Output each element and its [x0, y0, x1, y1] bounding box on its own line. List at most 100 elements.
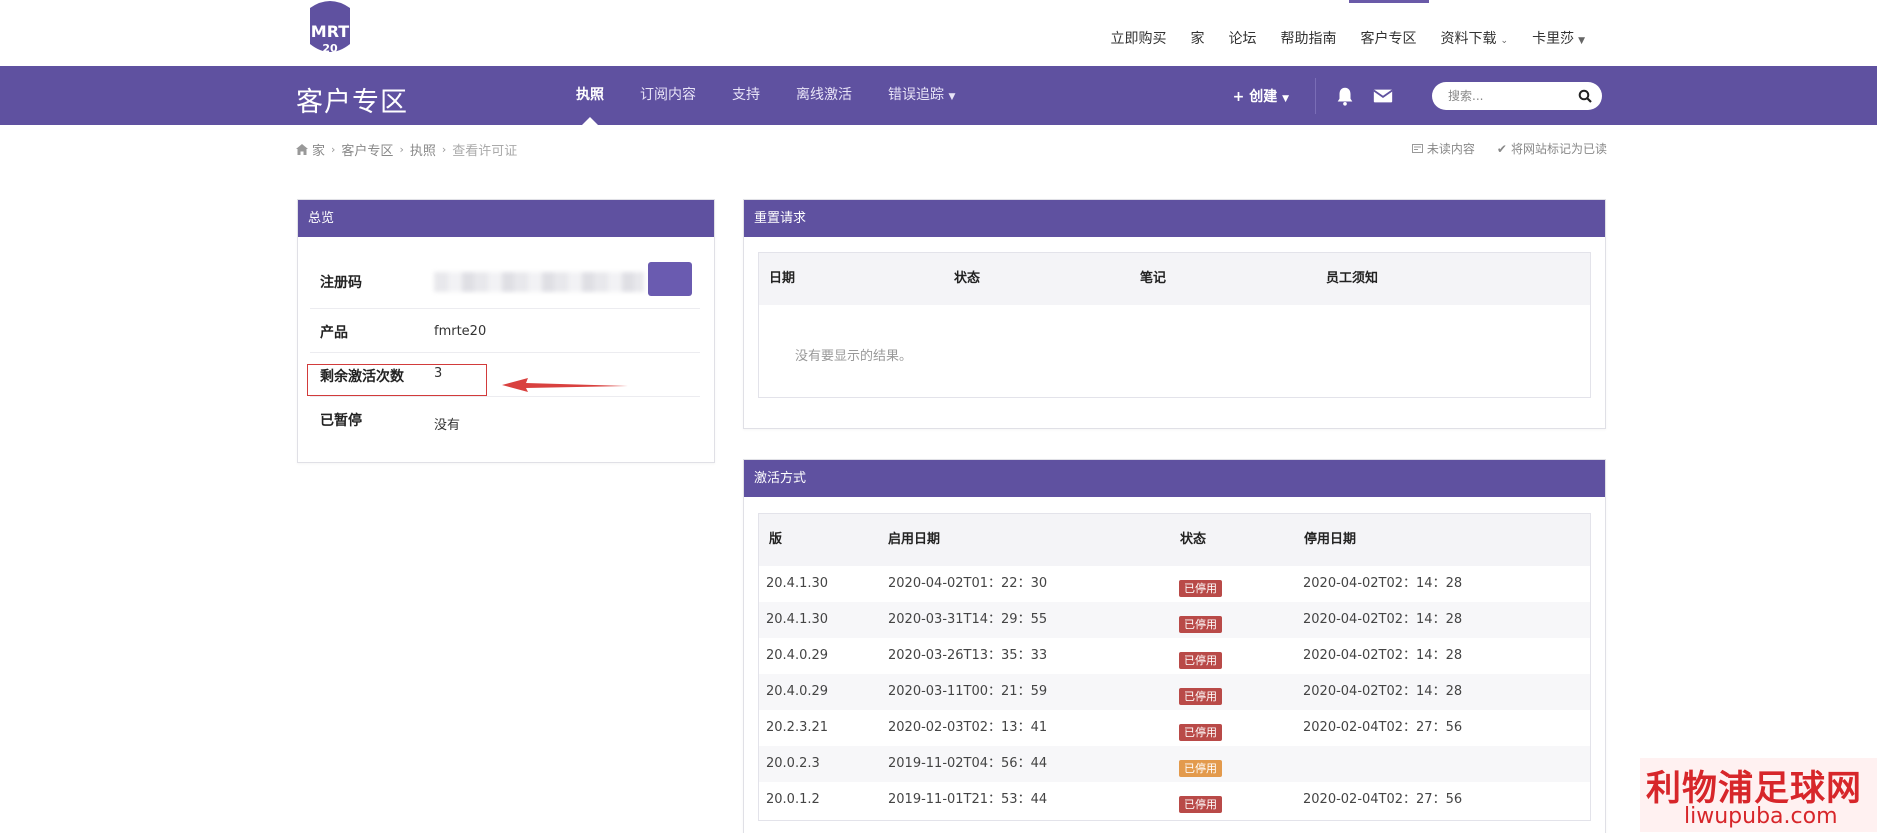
redacted-key-value: [434, 272, 644, 292]
column-enabled-date: 启用日期: [888, 532, 941, 547]
status-badge: 已停用: [1179, 688, 1222, 705]
table-row: 20.0.2.3 2019-11-02T04：56：44 已停用: [759, 746, 1590, 782]
nav-help[interactable]: 帮助指南: [1269, 24, 1349, 52]
tab-offline-activation[interactable]: 离线激活: [778, 66, 870, 125]
logo-number: 20: [322, 42, 338, 55]
header-band: 客户专区 执照 订阅内容 支持 离线激活 错误追踪 ▼ + 创建 ▼: [0, 66, 1877, 126]
product-value: fmrte20: [434, 324, 487, 339]
search-icon[interactable]: [1578, 89, 1592, 103]
breadcrumb-home[interactable]: 家: [312, 140, 325, 159]
suspended-value: 没有: [434, 418, 461, 433]
overview-row-suspended: 已暂停 没有: [310, 396, 700, 440]
chevron-down-icon: ⌄: [1500, 36, 1509, 46]
copy-key-button[interactable]: [648, 262, 692, 296]
column-version: 版: [769, 532, 783, 547]
empty-results-message: 没有要显示的结果。: [795, 349, 913, 364]
row-version: 20.2.3.21: [766, 720, 829, 735]
overview-row-key: 注册码: [310, 250, 700, 309]
table-header: 日期 状态 笔记 员工须知: [759, 253, 1590, 305]
row-enabled-date: 2019-11-01T21：53：44: [888, 792, 1048, 807]
table-row: 20.0.1.2 2019-11-01T21：53：44 已停用 2020-02…: [759, 782, 1590, 818]
column-status: 状态: [954, 271, 981, 286]
chevron-right-icon: ›: [331, 143, 336, 156]
tab-bug-tracker[interactable]: 错误追踪 ▼: [870, 66, 973, 125]
logo-text: FMRTE: [300, 22, 360, 41]
check-icon: ✔: [1496, 141, 1507, 156]
envelope-icon[interactable]: [1372, 85, 1394, 107]
row-enabled-date: 2020-02-03T02：13：41: [888, 720, 1048, 735]
table-header: 版 启用日期 状态 停用日期: [759, 514, 1590, 566]
reset-request-table: 日期 状态 笔记 员工须知 没有要显示的结果。: [758, 252, 1591, 398]
row-enabled-date: 2019-11-02T04：56：44: [888, 756, 1048, 771]
caret-down-icon: ▼: [948, 92, 956, 102]
nav-buy-now[interactable]: 立即购买: [1099, 24, 1179, 52]
nav-downloads[interactable]: 资料下载 ⌄: [1429, 24, 1521, 52]
row-version: 20.4.1.30: [766, 612, 829, 627]
tab-subscriptions[interactable]: 订阅内容: [622, 66, 714, 125]
tab-support[interactable]: 支持: [714, 66, 778, 125]
activations-table: 版 启用日期 状态 停用日期 20.4.1.30 2020-04-02T01：2…: [758, 513, 1591, 821]
row-enabled-date: 2020-04-02T01：22：30: [888, 576, 1048, 591]
table-row: 20.2.3.21 2020-02-03T02：13：41 已停用 2020-0…: [759, 710, 1590, 746]
breadcrumb-license[interactable]: 执照: [410, 140, 436, 159]
column-date: 日期: [769, 271, 796, 286]
status-badge: 已停用: [1179, 580, 1222, 597]
nav-forum[interactable]: 论坛: [1217, 24, 1269, 52]
tab-license[interactable]: 执照: [558, 66, 622, 126]
page-title: 客户专区: [296, 87, 408, 118]
overview-header: 总览: [298, 200, 714, 237]
row-version: 20.4.0.29: [766, 684, 829, 699]
table-row: 20.4.0.29 2020-03-11T00：21：59 已停用 2020-0…: [759, 674, 1590, 710]
create-button[interactable]: + 创建 ▼: [1217, 86, 1305, 106]
activations-header: 激活方式: [744, 460, 1605, 497]
unread-content-link[interactable]: 未读内容: [1411, 140, 1475, 157]
row-disabled-date: 2020-04-02T02：14：28: [1303, 612, 1463, 627]
top-bar: FMRTE 20 立即购买 家 论坛 帮助指南 客户专区 资料下载 ⌄ 卡里莎 ▼: [0, 0, 1877, 66]
home-icon: [296, 144, 308, 155]
breadcrumb: 家 › 客户专区 › 执照 › 查看许可证: [296, 140, 517, 159]
row-enabled-date: 2020-03-11T00：21：59: [888, 684, 1048, 699]
row-enabled-date: 2020-03-31T14：29：55: [888, 612, 1048, 627]
sub-navigation: 执照 订阅内容 支持 离线激活 错误追踪 ▼: [558, 66, 973, 126]
annotation-arrow-icon: [502, 378, 628, 392]
row-enabled-date: 2020-03-26T13：35：33: [888, 648, 1048, 663]
nav-home[interactable]: 家: [1179, 24, 1217, 52]
nav-customer-area[interactable]: 客户专区: [1348, 0, 1429, 52]
caret-down-icon: ▼: [1282, 93, 1289, 104]
column-notes: 笔记: [1140, 271, 1167, 286]
status-badge: 已停用: [1179, 652, 1222, 669]
status-badge: 已停用: [1179, 724, 1222, 741]
chevron-right-icon: ›: [441, 143, 447, 156]
status-badge: 已停用: [1179, 760, 1222, 777]
row-disabled-date: 2020-04-02T02：14：28: [1303, 684, 1463, 699]
bell-icon[interactable]: [1334, 85, 1356, 107]
row-disabled-date: 2020-04-02T02：14：28: [1303, 648, 1463, 663]
row-disabled-date: 2020-04-02T02：14：28: [1303, 576, 1463, 591]
row-version: 20.4.1.30: [766, 576, 829, 591]
search-box: [1432, 81, 1602, 110]
plus-icon: +: [1232, 88, 1245, 105]
mark-read-link[interactable]: ✔ 将网站标记为已读: [1497, 140, 1607, 157]
top-navigation: 立即购买 家 论坛 帮助指南 客户专区 资料下载 ⌄ 卡里莎 ▼: [1099, 0, 1597, 52]
column-status: 状态: [1180, 532, 1207, 547]
row-version: 20.0.2.3: [766, 756, 820, 771]
product-label: 产品: [320, 325, 348, 341]
overview-panel: 总览 注册码 产品 fmrte20 剩余激活次数 3 已暂停 没有: [297, 199, 715, 463]
row-disabled-date: 2020-02-04T02：27：56: [1303, 720, 1463, 735]
suspended-label: 已暂停: [320, 413, 362, 429]
divider: [1315, 77, 1316, 114]
search-input[interactable]: [1446, 87, 1578, 104]
table-row: 20.4.1.30 2020-04-02T01：22：30 已停用 2020-0…: [759, 566, 1590, 602]
watermark-url: liwupuba.com: [1684, 804, 1838, 829]
table-row: 20.4.1.30 2020-03-31T14：29：55 已停用 2020-0…: [759, 602, 1590, 638]
fmrte-logo[interactable]: FMRTE 20: [296, 0, 364, 60]
column-disabled-date: 停用日期: [1304, 532, 1357, 547]
utility-links: 未读内容 ✔ 将网站标记为已读: [1411, 140, 1607, 157]
breadcrumb-customer-area[interactable]: 客户专区: [341, 140, 393, 159]
header-actions: + 创建 ▼: [1217, 66, 1602, 125]
row-version: 20.4.0.29: [766, 648, 829, 663]
row-disabled-date: 2020-02-04T02：27：56: [1303, 792, 1463, 807]
chevron-right-icon: ›: [399, 143, 404, 156]
site-watermark: 利物浦足球网 liwupuba.com: [1640, 758, 1877, 832]
nav-user-menu[interactable]: 卡里莎 ▼: [1520, 24, 1597, 52]
